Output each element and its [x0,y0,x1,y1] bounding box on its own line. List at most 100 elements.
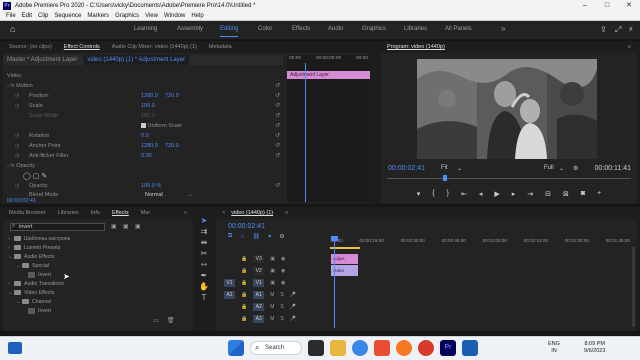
effect-controls-timeline[interactable]: 00:00 00:00:05:00 00:00 Adjustment Layer [287,55,370,202]
motion-effect[interactable]: › fx Motion [7,83,33,89]
reset-position-icon[interactable]: ↺ [275,92,280,99]
progress-icon[interactable]: ⚡ [628,25,634,34]
eye-icon[interactable]: ◉ [281,268,285,274]
reset-anchor-icon[interactable]: ↺ [275,142,280,149]
add-button-icon[interactable]: + [597,190,601,198]
timeline-playhead[interactable] [331,236,338,241]
timeline-settings-icon[interactable]: ⚙ [279,233,284,240]
pen-mask-icon[interactable]: ✎ [41,173,47,180]
nest-icon[interactable]: ⧉ [228,233,232,240]
more-tabs-icon[interactable]: » [178,207,193,219]
menu-sequence[interactable]: Sequence [54,11,81,21]
reset-motion-icon[interactable]: ↺ [275,82,280,89]
lock-icon[interactable]: 🔒 [241,280,247,286]
timeline-playhead-line[interactable] [334,236,335,328]
ripple-edit-tool-icon[interactable]: ⇹ [196,237,212,248]
stopwatch-icon[interactable]: ◷ [15,143,19,149]
lock-icon[interactable]: 🔒 [241,256,247,262]
mic-icon[interactable]: 🎤 [290,316,296,322]
track-label-v2[interactable]: V2 [253,266,265,275]
adjustment-layer-timeline-clip[interactable]: Adjus [331,254,358,264]
taskbar-search[interactable]: Search [250,341,302,355]
menu-graphics[interactable]: Graphics [115,11,139,21]
position-x-value[interactable]: 1280.0 [141,93,158,99]
settings-wrench-icon[interactable]: ⚙ [573,165,578,172]
reset-rotation-icon[interactable]: ↺ [275,132,280,139]
go-to-out-icon[interactable]: ⇥ [527,190,533,198]
razor-tool-icon[interactable]: ✂ [196,248,212,259]
opacity-effect[interactable]: › fx Opacity [7,163,35,169]
workspace-editing[interactable]: Editing [220,26,239,37]
effects-search-input[interactable]: invert [10,223,105,231]
lift-icon[interactable]: ⊟ [545,190,551,198]
track-label-v1[interactable]: V1 [253,278,265,287]
tree-item-audio-invert[interactable]: Invert [8,271,188,280]
close-sequence-icon[interactable]: × [216,207,231,219]
mute-icon[interactable]: M [270,304,274,310]
snap-icon[interactable]: ∩ [240,234,244,240]
workspace-graphics[interactable]: Graphics [362,26,386,32]
brave-icon[interactable] [418,340,434,356]
minimize-icon[interactable]: – [574,0,596,11]
panel-menu-icon[interactable]: ≡ [622,41,637,53]
timeline-timecode[interactable]: 00:00:02:41 [228,223,265,230]
tree-item-audio-effects[interactable]: ⌄ Audio Effects [8,253,188,262]
vertical-scrollbar[interactable] [632,247,635,327]
fit-select[interactable]: Fit [441,165,448,171]
accelerated-effects-icon[interactable]: ▣ [111,223,117,230]
stopwatch-icon[interactable]: ◷ [15,183,19,189]
sync-lock-icon[interactable]: ▣ [270,268,275,274]
reset-anti-flicker-icon[interactable]: ↺ [275,152,280,159]
close-icon[interactable]: ✕ [618,0,640,11]
menu-help[interactable]: Help [191,11,203,21]
store-icon[interactable] [374,340,390,356]
lock-icon[interactable]: 🔒 [241,292,247,298]
mark-in-icon[interactable]: { [432,190,434,198]
step-forward-icon[interactable]: ▸ [512,190,516,198]
panel-menu-icon[interactable]: ≡ [279,207,294,219]
home-icon[interactable]: ⌂ [10,25,19,34]
program-current-timecode[interactable]: 00:00:02:41 [388,165,425,172]
tab-media-browser[interactable]: Media Browser [3,207,52,219]
reset-opacity-icon[interactable]: ↺ [275,182,280,189]
type-tool-icon[interactable]: T [196,292,212,303]
mute-icon[interactable]: M [270,316,274,322]
lock-icon[interactable]: 🔒 [241,268,247,274]
reset-uniform-icon[interactable]: ↺ [275,122,280,129]
chevron-down-icon[interactable]: ⌄ [188,192,193,198]
anchor-y-value[interactable]: 720.0 [165,143,179,149]
32bit-effects-icon[interactable]: ▣ [123,223,129,230]
anchor-x-value[interactable]: 1280.0 [141,143,158,149]
start-icon[interactable] [228,340,244,356]
menu-markers[interactable]: Markers [87,11,109,21]
reset-scale-width-icon[interactable]: ↺ [275,112,280,119]
edge-icon[interactable] [352,340,368,356]
timeline-ruler[interactable]: :00:00 00:00:15:00 00:00:30:00 00:00:45:… [330,238,630,247]
more-workspaces-icon[interactable]: » [501,24,505,33]
selection-tool-icon[interactable]: ➤ [196,215,212,226]
share-icon[interactable]: ⇪ [600,25,607,34]
go-to-in-icon[interactable]: ⇤ [461,190,467,198]
mute-icon[interactable]: M [270,292,274,298]
workspace-all-panels[interactable]: All Panels [445,26,472,32]
reset-scale-icon[interactable]: ↺ [275,102,280,109]
workspace-libraries[interactable]: Libraries [404,26,427,32]
solo-icon[interactable]: S [280,292,283,298]
sequence-clip-label[interactable]: video (1440p) (1) * Adjustment Layer [83,55,190,65]
solo-icon[interactable]: S [280,304,283,310]
chevron-down-icon[interactable]: ⌄ [559,165,564,172]
track-label-v3[interactable]: V3 [253,254,265,263]
file-explorer-icon[interactable] [330,340,346,356]
rotation-value[interactable]: 0.0 [141,133,149,139]
quality-select[interactable]: Full [544,165,554,171]
firefox-icon[interactable] [396,340,412,356]
delete-icon[interactable]: 🗑 [167,317,175,324]
stopwatch-icon[interactable]: ◷ [15,103,19,109]
quick-export-icon[interactable]: ⤢ [615,25,621,35]
master-clip-label[interactable]: Master * Adjustment Layer [7,57,77,63]
ellipse-mask-icon[interactable]: ◯ [23,173,31,180]
play-icon[interactable]: ▶ [494,190,499,198]
lock-icon[interactable]: 🔒 [241,316,247,322]
menu-view[interactable]: View [145,11,158,21]
workspace-color[interactable]: Color [258,26,272,32]
